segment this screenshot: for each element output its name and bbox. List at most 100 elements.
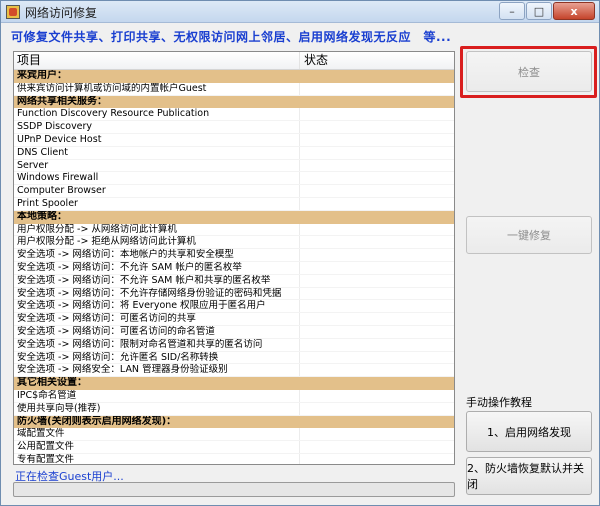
section-label: 来宾用户： bbox=[17, 70, 67, 81]
item-status bbox=[300, 198, 454, 210]
repair-all-button[interactable]: 一键修复 bbox=[466, 216, 592, 254]
item-status bbox=[300, 121, 454, 133]
list-item[interactable]: 供来宾访问计算机或访问域的内置帐户Guest bbox=[14, 82, 454, 96]
item-label: 安全选项 -> 网络访问：本地帐户的共享和安全模型 bbox=[14, 249, 300, 261]
item-status bbox=[300, 249, 454, 261]
item-status bbox=[300, 390, 454, 402]
item-label: 安全选项 -> 网络访问：允许匿名 SID/名称转换 bbox=[14, 351, 300, 364]
item-status bbox=[300, 134, 454, 146]
section-header-row: 来宾用户： bbox=[14, 70, 454, 83]
item-label: 用户权限分配 -> 从网络访问此计算机 bbox=[14, 223, 300, 236]
list-item[interactable]: 安全选项 -> 网络安全：LAN 管理器身份验证级别 bbox=[14, 364, 454, 378]
item-status bbox=[300, 83, 454, 95]
item-status bbox=[300, 364, 454, 376]
list-item[interactable]: Print Spooler bbox=[14, 197, 454, 211]
item-status bbox=[300, 403, 454, 415]
list-item[interactable]: 安全选项 -> 网络访问：不允许 SAM 帐户和共享的匿名枚举 bbox=[14, 274, 454, 288]
title-bar[interactable]: 网络访问修复 – □ x bbox=[1, 1, 599, 23]
item-status bbox=[300, 300, 454, 312]
list-item[interactable]: Computer Browser bbox=[14, 185, 454, 198]
list-item[interactable]: 安全选项 -> 网络访问：允许匿名 SID/名称转换 bbox=[14, 351, 454, 365]
section-header-row: 防火墙(关闭则表示启用网络发现)： bbox=[14, 415, 454, 429]
check-button-highlight bbox=[460, 46, 597, 98]
item-label: 安全选项 -> 网络访问：可匿名访问的共享 bbox=[14, 313, 300, 325]
item-status bbox=[300, 185, 454, 197]
item-status bbox=[300, 160, 454, 172]
app-icon bbox=[6, 5, 20, 19]
list-item[interactable]: 安全选项 -> 网络访问：将 Everyone 权限应用于匿名用户 bbox=[14, 300, 454, 314]
section-header-row: 本地策略： bbox=[14, 210, 454, 224]
column-header-status[interactable]: 状态 bbox=[300, 52, 454, 69]
item-status bbox=[300, 454, 454, 464]
item-status bbox=[300, 377, 454, 390]
list-item[interactable]: 安全选项 -> 网络访问：可匿名访问的共享 bbox=[14, 313, 454, 326]
section-header-row: 其它相关设置： bbox=[14, 377, 454, 390]
item-status bbox=[300, 288, 454, 300]
item-status bbox=[300, 275, 454, 287]
list-item[interactable]: 域配置文件 bbox=[14, 428, 454, 442]
item-status bbox=[300, 70, 454, 83]
item-label: 专有配置文件 bbox=[14, 453, 300, 464]
item-label: 使用共享向导(推荐) bbox=[14, 402, 300, 415]
list-item[interactable]: 用户权限分配 -> 从网络访问此计算机 bbox=[14, 223, 454, 237]
list-item[interactable]: Server bbox=[14, 159, 454, 173]
list-item[interactable]: 安全选项 -> 网络访问：限制对命名管道和共享的匿名访问 bbox=[14, 338, 454, 352]
item-status bbox=[300, 211, 454, 224]
maximize-button[interactable]: □ bbox=[526, 2, 552, 20]
list-item[interactable]: SSDP Discovery bbox=[14, 121, 454, 134]
item-label: IPC$命名管道 bbox=[14, 389, 300, 402]
list-item[interactable]: IPC$命名管道 bbox=[14, 389, 454, 403]
item-status bbox=[300, 441, 454, 453]
item-label: 安全选项 -> 网络访问：限制对命名管道和共享的匿名访问 bbox=[14, 338, 300, 351]
window-controls: – □ x bbox=[498, 2, 595, 20]
section-label: 本地策略： bbox=[17, 210, 67, 222]
item-label: UPnP Device Host bbox=[14, 133, 300, 146]
list-item[interactable]: 公用配置文件 bbox=[14, 441, 454, 454]
item-label: 用户权限分配 -> 拒绝从网络访问此计算机 bbox=[14, 236, 300, 249]
item-status bbox=[300, 172, 454, 184]
repair-items-list[interactable]: 项目 状态 来宾用户： 供来宾访问计算机或访问域的内置帐户Guest 网络共享相关服… bbox=[13, 51, 455, 465]
list-rows: 来宾用户： 供来宾访问计算机或访问域的内置帐户Guest 网络共享相关服务： Func… bbox=[14, 70, 454, 464]
list-item[interactable]: 安全选项 -> 网络访问：不允许存储网络身份验证的密码和凭据 bbox=[14, 287, 454, 301]
section-label: 其它相关设置： bbox=[17, 377, 87, 389]
item-status bbox=[300, 326, 454, 338]
list-item[interactable]: DNS Client bbox=[14, 146, 454, 160]
item-status bbox=[300, 96, 454, 109]
item-status bbox=[300, 224, 454, 236]
restore-firewall-button[interactable]: 2、防火墙恢复默认并关闭 bbox=[466, 457, 592, 495]
app-window: 网络访问修复 – □ x 可修复文件共享、打印共享、无权限访问网上邻居、启用网络… bbox=[0, 0, 600, 506]
item-status bbox=[300, 147, 454, 159]
section-label: 防火墙(关闭则表示启用网络发现)： bbox=[17, 415, 177, 427]
item-label: Computer Browser bbox=[14, 185, 300, 197]
window-title: 网络访问修复 bbox=[25, 6, 98, 20]
minimize-button[interactable]: – bbox=[499, 2, 525, 20]
progress-bar bbox=[13, 482, 455, 497]
close-button[interactable]: x bbox=[553, 2, 595, 20]
item-label: 安全选项 -> 网络访问：不允许 SAM 帐户的匿名枚举 bbox=[14, 261, 300, 274]
item-label: Function Discovery Resource Publication bbox=[14, 108, 300, 121]
list-item[interactable]: Function Discovery Resource Publication bbox=[14, 108, 454, 122]
item-label: 公用配置文件 bbox=[14, 441, 300, 453]
item-status bbox=[300, 416, 454, 429]
item-label: 域配置文件 bbox=[14, 428, 300, 441]
item-status bbox=[300, 108, 454, 120]
list-item[interactable]: Windows Firewall bbox=[14, 172, 454, 186]
list-item[interactable]: 专有配置文件 bbox=[14, 453, 454, 464]
list-item[interactable]: 安全选项 -> 网络访问：不允许 SAM 帐户的匿名枚举 bbox=[14, 261, 454, 275]
item-status bbox=[300, 352, 454, 364]
item-label: 供来宾访问计算机或访问域的内置帐户Guest bbox=[14, 82, 300, 95]
list-item[interactable]: 安全选项 -> 网络访问：可匿名访问的命名管道 bbox=[14, 325, 454, 339]
item-label: DNS Client bbox=[14, 146, 300, 159]
item-status bbox=[300, 428, 454, 440]
item-label: 安全选项 -> 网络访问：不允许存储网络身份验证的密码和凭据 bbox=[14, 287, 300, 300]
column-header-item[interactable]: 项目 bbox=[14, 52, 300, 69]
list-item[interactable]: UPnP Device Host bbox=[14, 133, 454, 147]
item-label: 安全选项 -> 网络访问：不允许 SAM 帐户和共享的匿名枚举 bbox=[14, 274, 300, 287]
list-item[interactable]: 安全选项 -> 网络访问：本地帐户的共享和安全模型 bbox=[14, 249, 454, 262]
item-label: 安全选项 -> 网络安全：LAN 管理器身份验证级别 bbox=[14, 364, 300, 377]
list-item[interactable]: 用户权限分配 -> 拒绝从网络访问此计算机 bbox=[14, 236, 454, 250]
list-header: 项目 状态 bbox=[14, 52, 454, 70]
list-item[interactable]: 使用共享向导(推荐) bbox=[14, 402, 454, 416]
section-header-row: 网络共享相关服务： bbox=[14, 95, 454, 109]
enable-discovery-button[interactable]: 1、启用网络发现 bbox=[466, 411, 592, 452]
